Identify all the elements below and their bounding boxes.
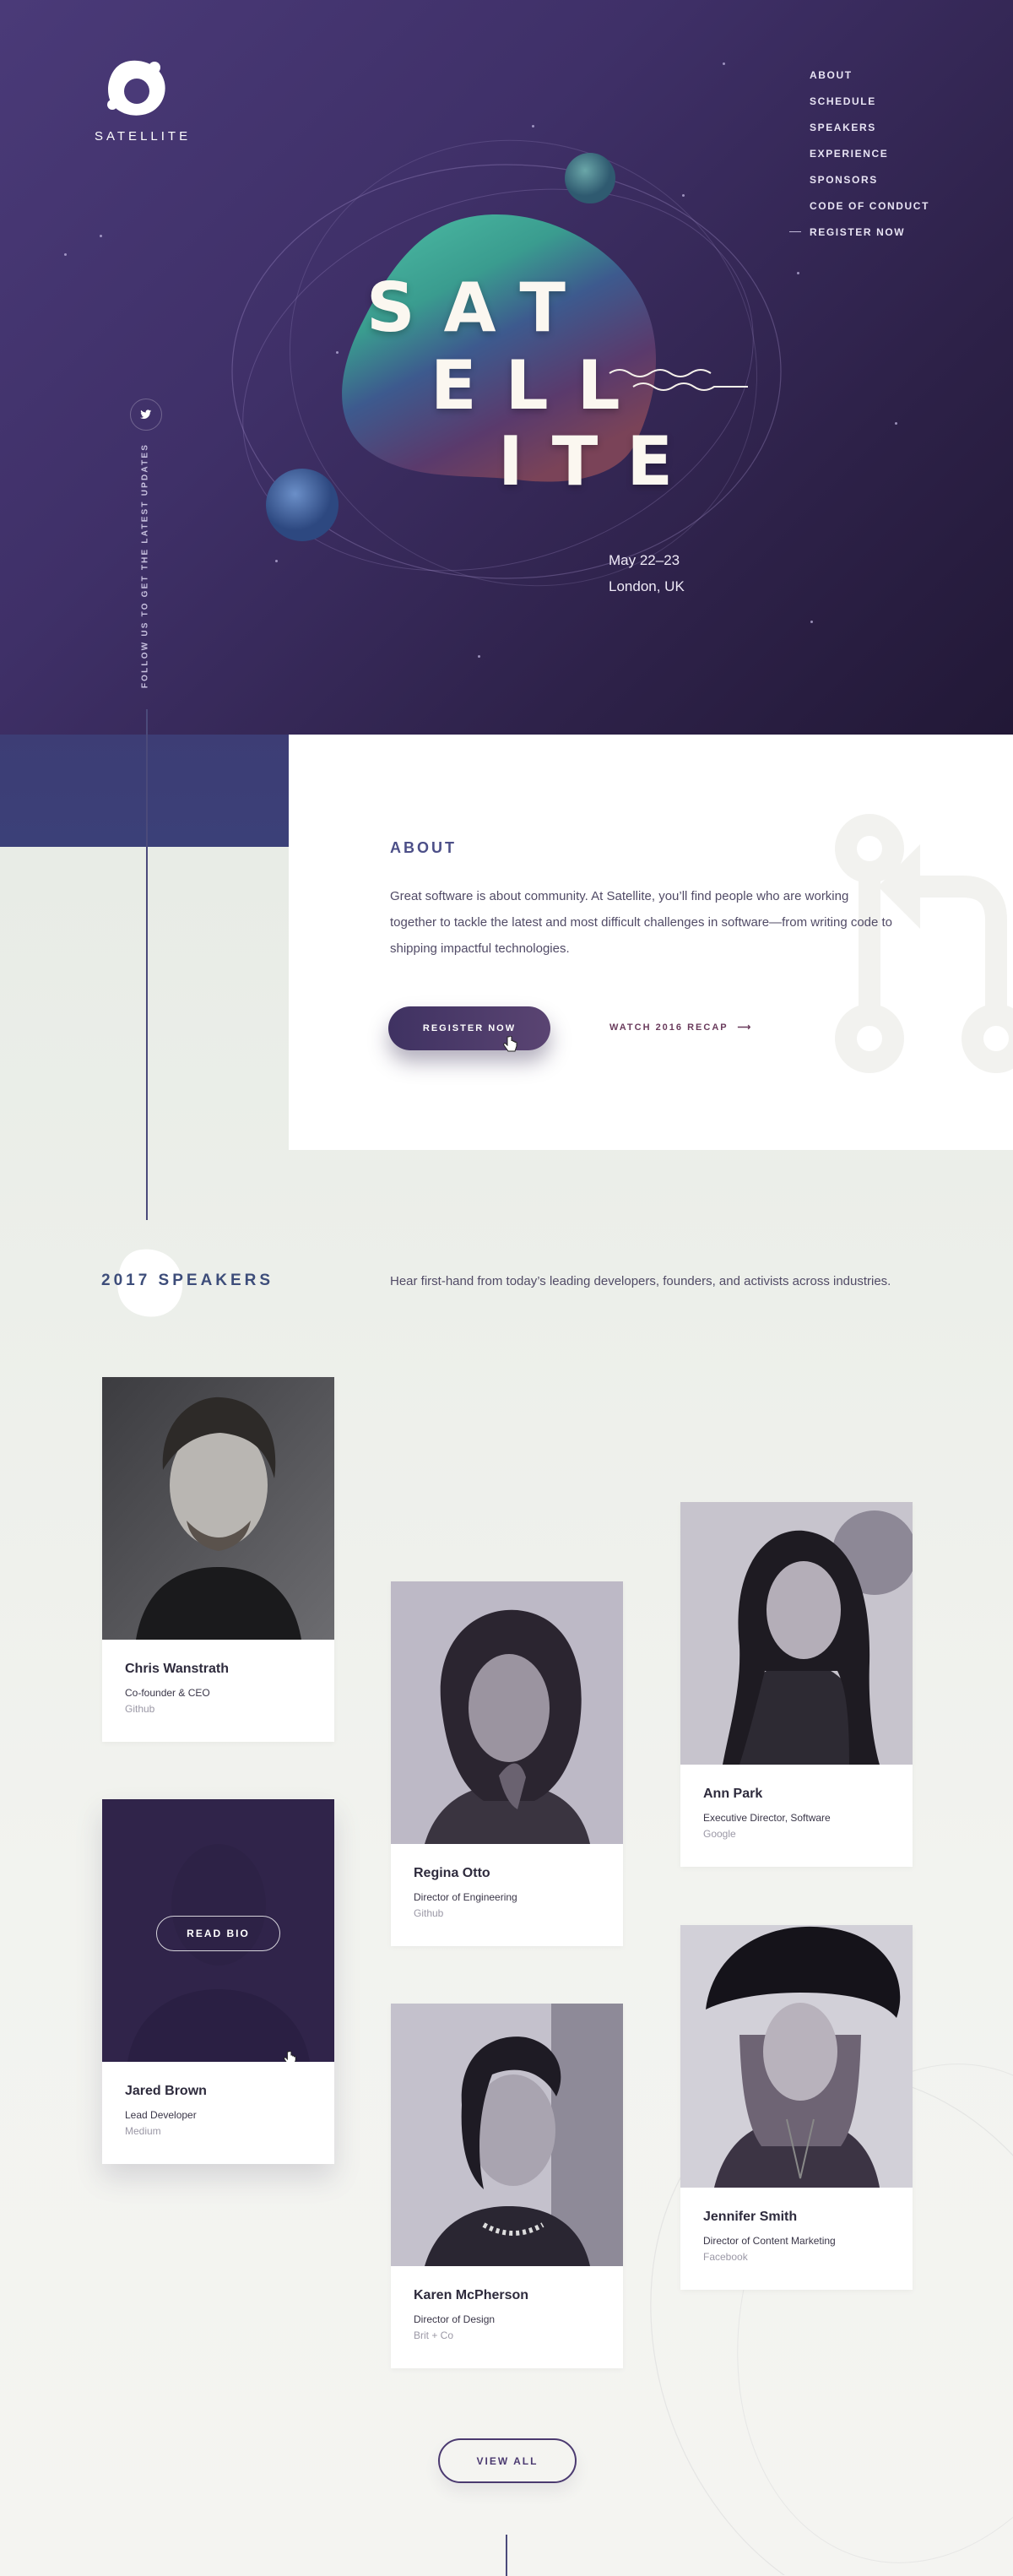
- speaker-company: Brit + Co: [414, 2329, 454, 2341]
- twitter-button[interactable]: [130, 399, 162, 431]
- speaker-card-ann-park[interactable]: Ann Park Executive Director, Software Go…: [680, 1502, 913, 1867]
- planet-small: [565, 153, 615, 203]
- watch-recap-label: WATCH 2016 RECAP: [609, 1022, 729, 1033]
- speaker-name: Jared Brown: [125, 2084, 207, 2098]
- speaker-card-jared-brown[interactable]: READ BIO Jared Brown Lead Developer Medi…: [102, 1799, 334, 2164]
- main-nav: ABOUT SCHEDULE SPEAKERS EXPERIENCE SPONS…: [789, 69, 929, 252]
- nav-item-sponsors[interactable]: SPONSORS: [810, 174, 929, 200]
- speaker-company: Google: [703, 1828, 736, 1840]
- hand-cursor-icon: [503, 1036, 517, 1052]
- register-now-button[interactable]: REGISTER NOW: [388, 1006, 550, 1050]
- speaker-role: Director of Engineering: [414, 1891, 517, 1903]
- planet-large: [266, 469, 339, 541]
- logo[interactable]: SATELLITE: [95, 52, 196, 144]
- speaker-name: Chris Wanstrath: [125, 1662, 229, 1676]
- about-card: ABOUT Great software is about community.…: [289, 735, 1013, 1150]
- speaker-company: Medium: [125, 2125, 161, 2137]
- register-now-label: REGISTER NOW: [422, 1023, 517, 1033]
- speaker-card-chris-wanstrath[interactable]: Chris Wanstrath Co-founder & CEO Github: [102, 1377, 334, 1742]
- nav-item-register-now[interactable]: REGISTER NOW: [789, 226, 929, 252]
- speaker-name: Regina Otto: [414, 1866, 490, 1880]
- hand-cursor-icon: [284, 2051, 296, 2062]
- about-body: Great software is about community. At Sa…: [390, 889, 893, 956]
- speakers-heading: 2017 SPEAKERS: [101, 1272, 274, 1289]
- speaker-company: Github: [125, 1703, 155, 1715]
- speaker-company: Github: [414, 1907, 444, 1919]
- speaker-photo: [680, 1925, 913, 2188]
- nav-item-experience[interactable]: EXPERIENCE: [810, 148, 929, 174]
- nav-item-schedule[interactable]: SCHEDULE: [810, 95, 929, 122]
- bottom-vertical-line: [506, 2535, 507, 2576]
- about-heading: ABOUT: [390, 839, 457, 856]
- speaker-role: Director of Content Marketing: [703, 2235, 836, 2247]
- event-location: London, UK: [609, 578, 685, 594]
- arrow-right-icon: ⟶: [737, 1022, 751, 1033]
- vertical-divider-line: [146, 709, 148, 1220]
- speaker-card-karen-mcpherson[interactable]: Karen McPherson Director of Design Brit …: [391, 2004, 623, 2368]
- view-all-button[interactable]: VIEW ALL: [438, 2438, 577, 2483]
- nav-item-code-of-conduct[interactable]: CODE OF CONDUCT: [810, 200, 929, 226]
- event-date-location: May 22–23 London, UK: [609, 547, 685, 599]
- hero-title-line-3: ITE: [498, 422, 702, 501]
- wave-decoration: [609, 369, 748, 391]
- speaker-role: Director of Design: [414, 2313, 496, 2325]
- speaker-photo: READ BIO: [102, 1799, 334, 2062]
- speaker-role: Lead Developer: [125, 2109, 197, 2121]
- speaker-name: Karen McPherson: [414, 2288, 529, 2302]
- logo-text: SATELLITE: [95, 129, 192, 144]
- speaker-name: Jennifer Smith: [703, 2210, 798, 2224]
- speaker-photo: [391, 2004, 623, 2266]
- speaker-card-regina-otto[interactable]: Regina Otto Director of Engineering Gith…: [391, 1581, 623, 1946]
- hero-title-line-1: SAT: [366, 268, 594, 347]
- speaker-role: Co-founder & CEO: [125, 1687, 210, 1699]
- satellite-logo-icon: [107, 60, 165, 116]
- speaker-name: Ann Park: [703, 1787, 763, 1801]
- speakers-intro: Hear first-hand from today’s leading dev…: [390, 1274, 891, 1288]
- event-date: May 22–23: [609, 552, 680, 568]
- speaker-company: Facebook: [703, 2251, 748, 2263]
- nav-item-about[interactable]: ABOUT: [810, 69, 929, 95]
- speaker-card-jennifer-smith[interactable]: Jennifer Smith Director of Content Marke…: [680, 1925, 913, 2290]
- follow-us-text: FOLLOW US TO GET THE LATEST UPDATES: [140, 442, 150, 689]
- twitter-icon: [140, 409, 152, 420]
- speaker-role: Executive Director, Software: [703, 1812, 831, 1824]
- read-bio-button[interactable]: READ BIO: [156, 1916, 280, 1951]
- speaker-photo: [391, 1581, 623, 1844]
- speaker-photo: [102, 1377, 334, 1640]
- nav-item-speakers[interactable]: SPEAKERS: [810, 122, 929, 148]
- watch-recap-link[interactable]: WATCH 2016 RECAP ⟶: [609, 1022, 750, 1033]
- speaker-photo: [680, 1502, 913, 1765]
